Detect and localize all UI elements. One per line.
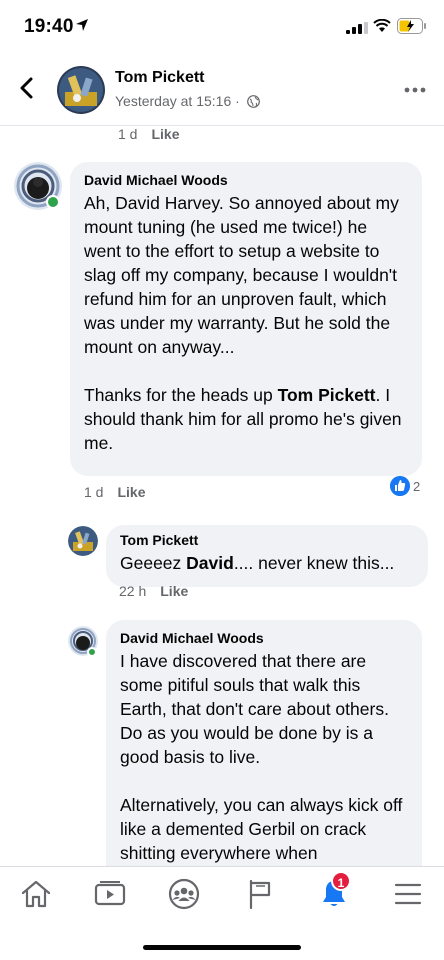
groups-icon[interactable] [167, 877, 201, 911]
home-indicator [143, 945, 301, 950]
comment-bubble[interactable]: Tom Pickett Geeeez David.... never knew … [106, 525, 428, 587]
back-arrow-icon[interactable] [18, 76, 34, 100]
more-options-icon[interactable] [404, 87, 426, 93]
comment-text-segment: Thanks for the heads up [84, 385, 278, 405]
reaction-count: 2 [413, 478, 421, 494]
mention-link[interactable]: David [186, 553, 234, 573]
comment-time: 22 h [119, 583, 147, 599]
signal-icon [346, 22, 368, 34]
location-arrow-icon [76, 19, 88, 31]
globe-icon [246, 95, 260, 108]
online-status-indicator [46, 195, 60, 209]
post-author-name[interactable]: Tom Pickett [115, 69, 205, 87]
wifi-icon [373, 19, 391, 32]
post-header: Tom Pickett Yesterday at 15:16 · [0, 54, 444, 126]
comment-author[interactable]: David Michael Woods [84, 172, 408, 188]
comment-text: Geeeez David.... never knew this... [120, 551, 414, 575]
avatar[interactable] [57, 66, 105, 114]
notifications-tab[interactable]: 1 [317, 871, 351, 911]
comment-text-paragraph: Alternatively, you can always kick off l… [120, 795, 403, 863]
notification-badge: 1 [331, 871, 351, 891]
menu-icon[interactable] [391, 877, 425, 911]
battery-charging-icon [397, 18, 426, 34]
status-time: 19:40 [24, 16, 74, 37]
mention-link[interactable]: Tom Pickett [278, 385, 376, 405]
comment-text-segment: Geeeez [120, 553, 187, 573]
like-reaction-icon [390, 476, 410, 496]
comment-meta: 1 d Like [84, 484, 145, 500]
comment-author[interactable]: David Michael Woods [120, 630, 408, 646]
reaction-summary[interactable]: 2 [390, 476, 420, 496]
status-bar: 19:40 [0, 0, 444, 54]
comment-meta: 22 h Like [119, 583, 188, 599]
comments-list: 1 d Like David Michael Woods Ah, David Ha… [0, 126, 444, 866]
avatar[interactable] [68, 526, 98, 556]
post-timestamp-text: Yesterday at 15:16 · [115, 93, 240, 109]
comment-text-paragraph: Ah, David Harvey. So annoyed about my mo… [84, 193, 399, 357]
comment-author[interactable]: Tom Pickett [120, 532, 414, 548]
like-button[interactable]: Like [151, 126, 179, 142]
post-timestamp: Yesterday at 15:16 · [115, 93, 260, 109]
comment-text-paragraph: I have discovered that there are some pi… [120, 651, 389, 767]
comment-time: 1 d [84, 484, 104, 500]
like-button[interactable]: Like [117, 484, 145, 500]
comment-meta: 1 d Like [118, 126, 179, 142]
home-icon[interactable] [19, 877, 53, 911]
comment-text-segment: .... never knew this... [233, 553, 395, 573]
pages-flag-icon[interactable] [243, 877, 277, 911]
comment-bubble[interactable]: David Michael Woods Ah, David Harvey. So… [70, 162, 422, 476]
comment-bubble[interactable]: David Michael Woods I have discovered th… [106, 620, 422, 866]
like-button[interactable]: Like [160, 583, 188, 599]
bottom-navigation: 1 [0, 866, 444, 960]
comment-text: Ah, David Harvey. So annoyed about my mo… [84, 191, 408, 455]
watch-icon[interactable] [93, 877, 127, 911]
comment-text: I have discovered that there are some pi… [120, 649, 408, 865]
online-status-indicator [87, 647, 97, 657]
comment-time: 1 d [118, 126, 138, 142]
